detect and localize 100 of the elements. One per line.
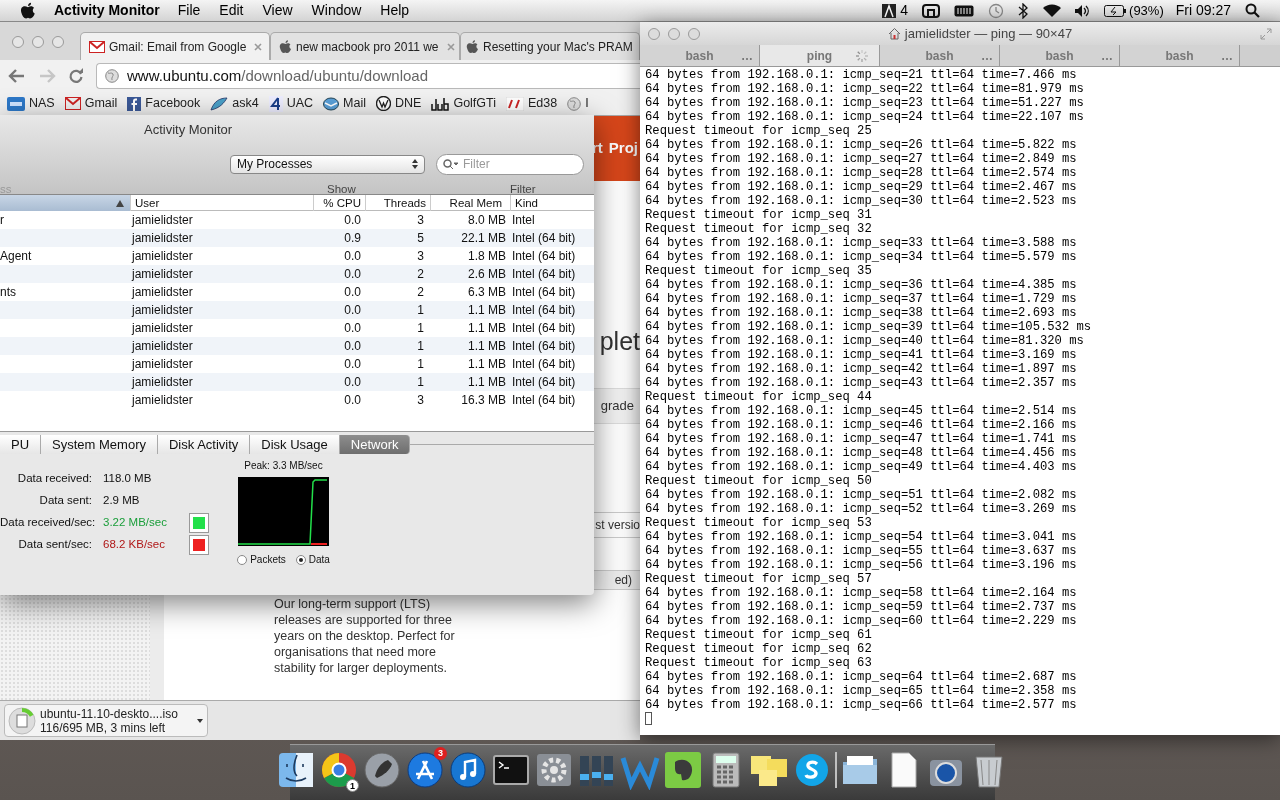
filter-field[interactable]: Filter xyxy=(436,153,584,175)
output-line: 64 bytes from 192.168.0.1: icmp_seq=48 ttl=64 time=4.456 ms xyxy=(645,446,1078,460)
notification-count[interactable]: 4 xyxy=(900,0,909,21)
logo-icon xyxy=(431,96,450,111)
browser-tab[interactable]: Resetting your Mac's PRAM xyxy=(460,32,640,60)
stat-label: Data sent: xyxy=(38,493,92,509)
monitor-tab[interactable]: System Memory xyxy=(41,435,158,454)
process-row[interactable]: jamielidster 0.0 1 1.1 MB Intel (64 bit) xyxy=(0,373,594,391)
menu-clock[interactable]: Fri 09:27 xyxy=(1175,0,1231,21)
output-line: 64 bytes from 192.168.0.1: icmp_seq=54 ttl=64 time=3.041 ms xyxy=(645,530,1078,544)
bookmark[interactable]: Mail xyxy=(323,94,366,113)
output-line: 64 bytes from 192.168.0.1: icmp_seq=30 ttl=64 time=2.523 ms xyxy=(645,194,1078,208)
output-line: 64 bytes from 192.168.0.1: icmp_seq=64 ttl=64 time=2.687 ms xyxy=(645,670,1078,684)
process-row[interactable]: jamielidster 0.0 2 2.6 MB Intel (64 bit) xyxy=(0,265,594,283)
output-line: 64 bytes from 192.168.0.1: icmp_seq=29 ttl=64 time=2.467 ms xyxy=(645,180,1078,194)
process-row[interactable]: jamielidster 0.9 5 22.1 MB Intel (64 bit) xyxy=(0,229,594,247)
table-cell: jamielidster xyxy=(132,339,193,353)
bookmark[interactable]: DNE xyxy=(376,94,422,113)
battery-percentage[interactable]: (93%) xyxy=(1129,0,1164,21)
airplay-icon[interactable] xyxy=(922,3,941,18)
table-cell: 8.0 MB xyxy=(468,213,506,227)
tab-overflow: … xyxy=(1221,47,1233,65)
adobe-icon[interactable] xyxy=(882,3,897,18)
table-cell: 0.0 xyxy=(344,267,361,281)
reload-icon[interactable] xyxy=(68,68,84,84)
output-line: 64 bytes from 192.168.0.1: icmp_seq=46 ttl=64 time=2.166 ms xyxy=(645,418,1078,432)
table-cell: jamielidster xyxy=(132,249,193,263)
table-cell: jamielidster xyxy=(132,393,193,407)
bookmark[interactable]: I xyxy=(567,94,589,113)
table-cell: jamielidster xyxy=(132,321,193,335)
output-line: 64 bytes from 192.168.0.1: icmp_seq=66 ttl=64 time=2.577 ms xyxy=(645,698,1078,712)
radio-label: Data xyxy=(308,553,330,567)
nav-link[interactable]: Proj xyxy=(608,137,638,160)
download-item[interactable]: ubuntu-11.10-deskto....iso 116/695 MB, 3 mins left xyxy=(4,704,208,737)
radio-button[interactable] xyxy=(237,554,248,565)
back-icon[interactable] xyxy=(8,68,26,84)
radio-button[interactable] xyxy=(295,554,306,565)
table-cell: 1.8 MB xyxy=(468,249,506,263)
envelope-icon xyxy=(64,97,81,110)
process-row[interactable]: jamielidster 0.0 1 1.1 MB Intel (64 bit) xyxy=(0,301,594,319)
output-line: 64 bytes from 192.168.0.1: icmp_seq=58 ttl=64 time=2.164 ms xyxy=(645,586,1078,600)
bookmark[interactable]: Gmail xyxy=(64,94,118,113)
bluetooth-icon[interactable] xyxy=(1018,2,1029,19)
table-cell: 0.0 xyxy=(344,213,361,227)
bookmark[interactable]: ask4 xyxy=(210,94,259,113)
process-filter-dropdown[interactable]: My Processes xyxy=(230,154,425,174)
table-cell: 1 xyxy=(417,375,424,389)
music-icon[interactable] xyxy=(448,749,488,790)
apple-icon xyxy=(279,39,292,54)
monitor-tab[interactable]: Network xyxy=(339,435,411,454)
terminal-tab[interactable]: ping xyxy=(760,45,880,66)
table-cell: 0.0 xyxy=(344,375,361,389)
stat-value: 2.9 MB xyxy=(103,493,141,509)
filter-input[interactable]: Filter xyxy=(463,155,573,173)
monitor-tab[interactable]: Disk Activity xyxy=(157,435,251,454)
browser-tab[interactable]: Gmail: Email from Google xyxy=(80,32,270,60)
clock-icon[interactable] xyxy=(988,2,1005,19)
toolbar-label: Filter xyxy=(510,181,536,197)
table-cell: 22.1 MB xyxy=(461,231,506,245)
output-line: 64 bytes from 192.168.0.1: icmp_seq=36 ttl=64 time=4.385 ms xyxy=(645,278,1078,292)
table-cell: 1.1 MB xyxy=(468,375,506,389)
battery-icon[interactable] xyxy=(1104,4,1127,17)
output-line: Request timeout for icmp_seq 31 xyxy=(645,208,873,222)
apple-icon xyxy=(466,39,479,54)
output-line: 64 bytes from 192.168.0.1: icmp_seq=22 ttl=64 time=81.979 ms xyxy=(645,82,1085,96)
menu-item[interactable]: Window xyxy=(311,0,362,21)
volume-icon[interactable] xyxy=(1074,3,1091,18)
bookmark[interactable]: NAS xyxy=(7,94,55,113)
menu-item[interactable]: View xyxy=(262,0,293,21)
window-title: jamielidster — ping — 90×47 xyxy=(904,24,1073,43)
apple-menu-icon[interactable] xyxy=(20,1,36,20)
menu-item[interactable]: Edit xyxy=(219,0,244,21)
app-store-icon[interactable] xyxy=(405,749,445,790)
monitor-tab[interactable]: Disk Usage xyxy=(250,435,340,454)
browser-tab[interactable]: new macbook pro 2011 we xyxy=(270,32,460,60)
mail-icon xyxy=(323,96,340,111)
menu-item[interactable]: Help xyxy=(380,0,410,21)
caret-icon[interactable] xyxy=(197,718,203,723)
output-line: 64 bytes from 192.168.0.1: icmp_seq=59 ttl=64 time=2.737 ms xyxy=(645,600,1078,614)
table-cell: 1 xyxy=(417,303,424,317)
menu-item[interactable]: File xyxy=(177,0,201,21)
bookmark[interactable]: UAC xyxy=(268,94,314,113)
address-bar[interactable]: www.ubuntu.com/download/ubuntu/download xyxy=(96,63,640,89)
bookmark[interactable]: Ed38 xyxy=(506,94,558,113)
table-cell: jamielidster xyxy=(132,267,193,281)
bookmark[interactable]: Facebook xyxy=(127,94,201,113)
page-tab[interactable]: grade xyxy=(594,388,640,424)
wifi-icon[interactable] xyxy=(1042,3,1063,18)
monitor-tab[interactable]: PU xyxy=(0,435,42,454)
process-row[interactable]: jamielidster 0.0 1 1.1 MB Intel (64 bit) xyxy=(0,337,594,355)
bookmark[interactable]: GolfGTi xyxy=(431,94,496,113)
memory-icon[interactable] xyxy=(954,4,975,17)
tab-title: new macbook pro 2011 we xyxy=(296,38,439,56)
table-cell: 16.3 MB xyxy=(461,393,506,407)
tab-overflow: … xyxy=(981,47,993,65)
table-cell: jamielidster xyxy=(132,375,193,389)
search-icon[interactable] xyxy=(1245,3,1260,18)
app-menu[interactable]: Activity Monitor xyxy=(54,0,160,21)
table-cell: Intel (64 bit) xyxy=(512,267,576,281)
globe-icon xyxy=(105,69,119,83)
